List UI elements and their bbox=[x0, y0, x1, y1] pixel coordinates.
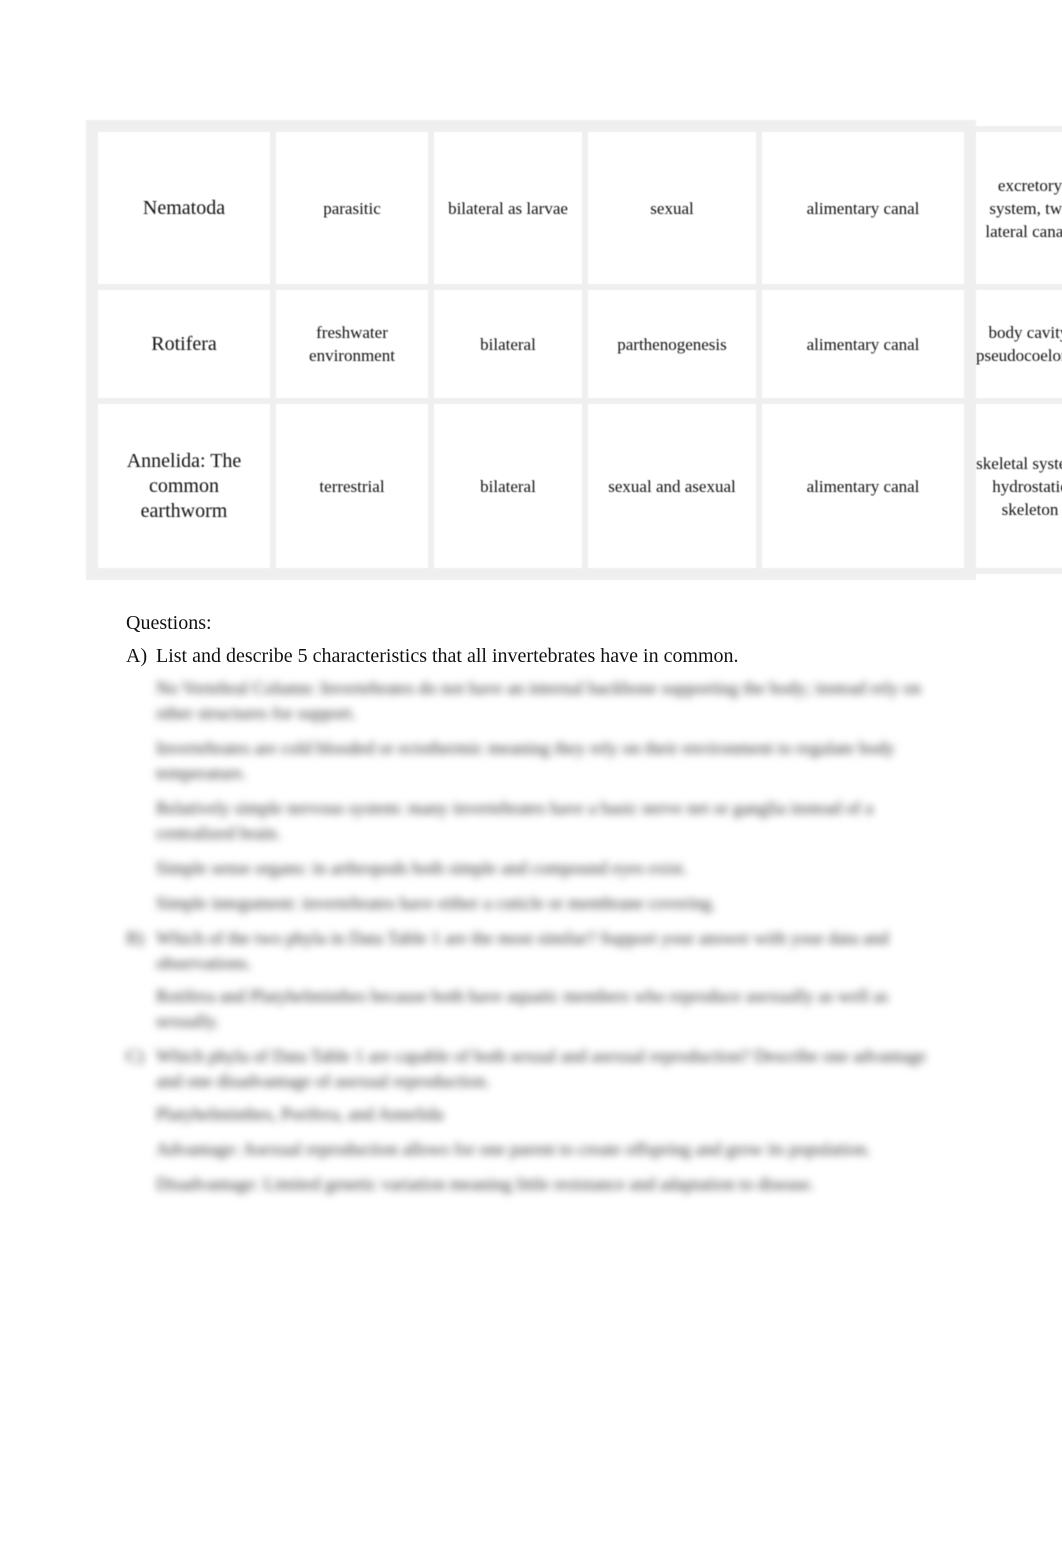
answer: Simple sense organs: in arthropods both … bbox=[156, 858, 688, 878]
question-b: B) Which of the two phyla in Data Table … bbox=[126, 926, 936, 976]
cell-reproduction: parthenogenesis bbox=[582, 284, 762, 405]
cell-phylum: Annelida: The common earthworm bbox=[92, 398, 276, 574]
question-text: List and describe 5 characteristics that… bbox=[156, 645, 739, 667]
question-c: C) Which phyla of Data Table 1 are capab… bbox=[126, 1044, 936, 1094]
answer: Simple integument: invertebrates have ei… bbox=[156, 893, 716, 913]
cell-other: excretory system, two lateral canals bbox=[964, 125, 1062, 291]
question-label: A) bbox=[126, 645, 148, 667]
question-text: Which phyla of Data Table 1 are capable … bbox=[156, 1046, 927, 1091]
cell-symmetry: bilateral bbox=[428, 284, 588, 405]
answer: Invertebrates are cold blooded or ectoth… bbox=[156, 738, 895, 783]
cell-reproduction: sexual and asexual bbox=[582, 398, 762, 574]
answer: Rotifera and Platyhelminthes because bot… bbox=[156, 986, 889, 1031]
table-row: Nematoda parasitic bilateral as larvae sexu… bbox=[92, 125, 1062, 291]
table-row: Rotifera freshwater environment bilateral p… bbox=[92, 284, 1062, 405]
question-label: C) bbox=[126, 1046, 144, 1066]
answer: Relatively simple nervous system: many i… bbox=[156, 798, 874, 843]
answer: Advantage: Asexual reproduction allows f… bbox=[156, 1139, 871, 1159]
cell-reproduction: sexual bbox=[582, 125, 762, 291]
question-text: Which of the two phyla in Data Table 1 a… bbox=[156, 928, 889, 973]
cell-habitat: terrestrial bbox=[270, 398, 434, 574]
table-row: Annelida: The common earthworm terrestria… bbox=[92, 398, 1062, 574]
questions-section: Questions: A) List and describe 5 charac… bbox=[126, 612, 936, 1207]
answer: No Vertebral Column: Invertebrates do no… bbox=[156, 678, 921, 723]
invertebrate-data-table: Nematoda parasitic bilateral as larvae sexu… bbox=[86, 120, 1062, 580]
answer: Platyhelminthes, Porifera, and Annelida bbox=[156, 1104, 444, 1124]
cell-habitat: freshwater environment bbox=[270, 284, 434, 405]
cell-phylum: Rotifera bbox=[92, 284, 276, 405]
question-label: B) bbox=[126, 928, 144, 948]
cell-other: body cavity, pseudocoelomate bbox=[964, 284, 1062, 405]
questions-heading: Questions: bbox=[126, 612, 212, 634]
answer: Disadvantage: Limited genetic variation … bbox=[156, 1174, 815, 1194]
cell-digestion: alimentary canal bbox=[756, 125, 970, 291]
cell-phylum: Nematoda bbox=[92, 125, 276, 291]
cell-habitat: parasitic bbox=[270, 125, 434, 291]
question-a: A) List and describe 5 characteristics t… bbox=[126, 645, 936, 668]
cell-symmetry: bilateral bbox=[428, 398, 588, 574]
cell-digestion: alimentary canal bbox=[756, 398, 970, 574]
cell-digestion: alimentary canal bbox=[756, 284, 970, 405]
cell-other: skeletal system, hydrostatic skeleton bbox=[964, 398, 1062, 574]
cell-symmetry: bilateral as larvae bbox=[428, 125, 588, 291]
